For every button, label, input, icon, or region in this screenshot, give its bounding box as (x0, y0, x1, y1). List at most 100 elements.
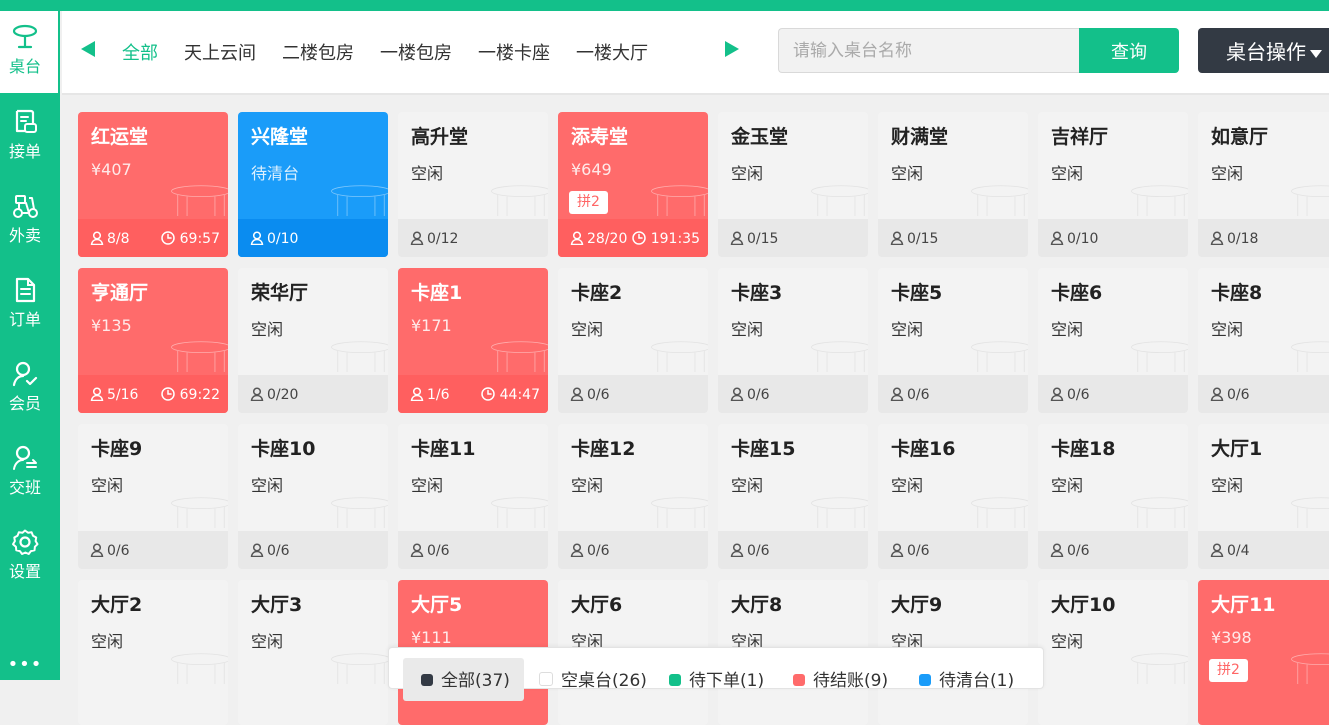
table-card[interactable]: 大厅2 空闲 (78, 580, 228, 725)
table-status: 空闲 (1211, 476, 1244, 495)
area-next-arrow-icon[interactable] (725, 41, 739, 57)
sidebar-item-gear[interactable]: 设置 (0, 520, 60, 584)
sidebar-item-document[interactable]: 订单 (0, 268, 60, 332)
area-tab[interactable]: 一楼卡座 (478, 39, 550, 65)
table-card[interactable]: 卡座16 空闲 0/6 (878, 424, 1028, 569)
member-icon (12, 361, 38, 387)
table-card[interactable]: 大厅3 空闲 (238, 580, 388, 725)
table-card[interactable]: 卡座6 空闲 0/6 (1038, 268, 1188, 413)
sidebar-item-receipt[interactable]: 接单 (0, 100, 60, 164)
table-card[interactable]: 添寿堂 ¥649 拼2 28/20 191:35 (558, 112, 708, 257)
person-icon (570, 231, 584, 245)
table-card[interactable]: 荣华厅 空闲 0/20 (238, 268, 388, 413)
elapsed-time: 44:47 (480, 387, 540, 403)
legend-filter-item[interactable]: 待下单(1) (669, 666, 764, 691)
table-operations-button[interactable]: 桌台操作 (1198, 28, 1329, 73)
table-name: 大厅6 (571, 594, 623, 616)
table-watermark-icon (491, 497, 548, 528)
guest-count: 0/18 (1210, 231, 1258, 247)
handover-icon (13, 445, 37, 470)
table-watermark-icon (971, 497, 1028, 528)
person-icon (410, 387, 424, 401)
table-card[interactable]: 卡座12 空闲 0/6 (558, 424, 708, 569)
table-card[interactable]: 卡座9 空闲 0/6 (78, 424, 228, 569)
sidebar-item-member[interactable]: 会员 (0, 352, 60, 416)
guest-count: 5/16 (90, 387, 138, 403)
clock-icon (160, 387, 175, 401)
guest-count-text: 0/6 (107, 543, 130, 559)
table-status: 空闲 (1051, 164, 1084, 183)
more-icon[interactable]: ••• (0, 654, 50, 675)
table-search-input[interactable] (778, 28, 1079, 73)
guest-count-text: 0/15 (907, 231, 939, 247)
sidebar-item-scooter[interactable]: 外卖 (0, 184, 60, 248)
guest-count: 1/6 (410, 387, 450, 403)
table-name: 财满堂 (891, 126, 949, 148)
table-card-footer: 0/10 (238, 219, 388, 257)
table-card-footer: 0/6 (558, 375, 708, 413)
table-card[interactable]: 财满堂 空闲 0/15 (878, 112, 1028, 257)
table-card[interactable]: 卡座8 空闲 0/6 (1198, 268, 1329, 413)
table-card[interactable]: 大厅11 ¥398 拼2 (1198, 580, 1329, 725)
table-card[interactable]: 卡座1 ¥171 1/6 44:47 (398, 268, 548, 413)
person-icon (1050, 231, 1064, 245)
sidebar-item-table[interactable]: 桌台 (0, 11, 58, 93)
table-watermark-icon (1291, 185, 1329, 216)
table-name: 卡座5 (891, 282, 943, 304)
area-tab[interactable]: 一楼包房 (380, 39, 452, 65)
gear-icon (12, 529, 39, 555)
legend-filter-item[interactable]: 空桌台(26) (539, 666, 647, 691)
area-tab[interactable]: 二楼包房 (282, 39, 354, 65)
table-watermark-icon (651, 185, 708, 216)
header-bar: 全部天上云间二楼包房一楼包房一楼卡座一楼大厅 查询 桌台操作 (62, 11, 1329, 95)
table-card-footer: 0/6 (718, 375, 868, 413)
table-name: 卡座18 (1051, 438, 1116, 460)
person-icon (410, 231, 424, 245)
table-card[interactable]: 亨通厅 ¥135 5/16 69:22 (78, 268, 228, 413)
table-card[interactable]: 卡座11 空闲 0/6 (398, 424, 548, 569)
table-watermark-icon (651, 341, 708, 372)
legend-filter-item[interactable]: 待结账(9) (793, 666, 888, 691)
table-card[interactable]: 卡座18 空闲 0/6 (1038, 424, 1188, 569)
table-card[interactable]: 卡座15 空闲 0/6 (718, 424, 868, 569)
area-prev-arrow-icon[interactable] (81, 41, 95, 57)
guest-count-text: 0/6 (907, 543, 930, 559)
sidebar-item-label: 桌台 (8, 57, 41, 76)
legend-color-swatch (793, 674, 805, 686)
table-watermark-icon (1131, 341, 1188, 372)
table-card[interactable]: 如意厅 空闲 0/18 (1198, 112, 1329, 257)
table-card[interactable]: 卡座10 空闲 0/6 (238, 424, 388, 569)
table-card[interactable]: 兴隆堂 待清台 0/10 (238, 112, 388, 257)
query-button[interactable]: 查询 (1079, 28, 1179, 73)
table-name: 卡座11 (411, 438, 476, 460)
table-card[interactable]: 大厅1 空闲 0/4 (1198, 424, 1329, 569)
elapsed-time: 69:57 (160, 231, 220, 247)
clock-icon (160, 231, 175, 245)
area-tab[interactable]: 一楼大厅 (576, 39, 648, 65)
sidebar-item-label: 交班 (8, 478, 41, 497)
legend-filter-item[interactable]: 待清台(1) (919, 666, 1014, 691)
table-card[interactable]: 高升堂 空闲 0/12 (398, 112, 548, 257)
table-watermark-icon (811, 185, 868, 216)
area-tab[interactable]: 全部 (122, 39, 158, 65)
table-card[interactable]: 大厅10 空闲 (1038, 580, 1188, 725)
table-status: 空闲 (1211, 320, 1244, 339)
table-card[interactable]: 卡座5 空闲 0/6 (878, 268, 1028, 413)
table-watermark-icon (331, 341, 388, 372)
table-watermark-icon (171, 497, 228, 528)
table-card[interactable]: 金玉堂 空闲 0/15 (718, 112, 868, 257)
table-card-footer: 0/6 (558, 531, 708, 569)
table-card[interactable]: 卡座3 空闲 0/6 (718, 268, 868, 413)
table-card[interactable]: 卡座2 空闲 0/6 (558, 268, 708, 413)
area-tab[interactable]: 天上云间 (184, 39, 256, 65)
guest-count-text: 0/15 (747, 231, 779, 247)
combined-badge: 拼2 (1209, 659, 1248, 682)
table-watermark-icon (651, 497, 708, 528)
table-card-footer: 0/6 (1038, 531, 1188, 569)
sidebar-item-label: 外卖 (8, 226, 41, 245)
table-card[interactable]: 吉祥厅 空闲 0/10 (1038, 112, 1188, 257)
table-name: 大厅8 (731, 594, 783, 616)
table-watermark-icon (491, 341, 548, 372)
sidebar-item-handover[interactable]: 交班 (0, 436, 60, 500)
table-card[interactable]: 红运堂 ¥407 8/8 69:57 (78, 112, 228, 257)
